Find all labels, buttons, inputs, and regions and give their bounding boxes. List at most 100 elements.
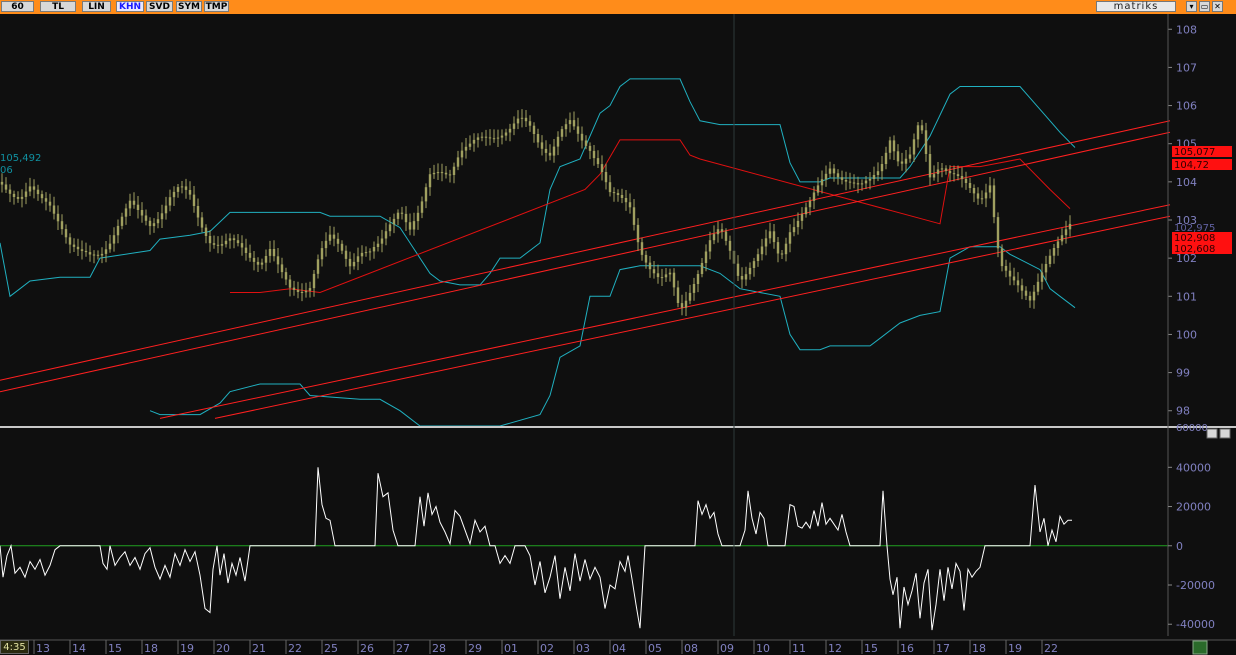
candle-body xyxy=(592,150,596,159)
oscillator-panel xyxy=(0,467,1168,631)
osc-tick-label: 20000 xyxy=(1176,501,1211,514)
lin-button[interactable]: LIN xyxy=(82,1,111,12)
candle-body xyxy=(204,227,208,236)
candle-body xyxy=(540,142,544,149)
candle-body xyxy=(288,279,292,288)
candle-body xyxy=(200,217,204,228)
date-tick-label: 18 xyxy=(972,642,986,655)
date-tick-label: 16 xyxy=(900,642,914,655)
date-tick-label: 11 xyxy=(792,642,806,655)
candle-body xyxy=(64,229,68,238)
candle-body xyxy=(1060,235,1064,242)
left-value-label: 105,492 xyxy=(0,153,41,164)
svd-button[interactable]: SVD xyxy=(146,1,173,12)
date-tick-label: 04 xyxy=(612,642,626,655)
candle-body xyxy=(100,253,104,256)
sym-button[interactable]: SYM xyxy=(176,1,202,12)
close-icon[interactable]: ✕ xyxy=(1212,1,1223,12)
candle-body xyxy=(980,198,984,200)
candle-body xyxy=(616,193,620,195)
date-tick-label: 15 xyxy=(864,642,878,655)
candle-body xyxy=(472,139,476,144)
candle-body xyxy=(1064,229,1068,236)
candle-body xyxy=(212,243,216,245)
period-60-button[interactable]: 60 xyxy=(1,1,34,12)
candle-body xyxy=(380,238,384,244)
candle-body xyxy=(292,287,296,290)
candle-body xyxy=(796,220,800,228)
candle-body xyxy=(904,158,908,164)
date-tick-label: 29 xyxy=(468,642,482,655)
candle-body xyxy=(164,205,168,214)
candle-body xyxy=(660,277,664,279)
candle-body xyxy=(704,251,708,263)
candle-body xyxy=(668,272,672,275)
channel-line-4 xyxy=(214,215,1171,419)
candle-body xyxy=(128,200,132,209)
candle-body xyxy=(384,231,388,239)
candle-body xyxy=(1020,285,1024,291)
price-tick-label: 107 xyxy=(1176,61,1197,74)
candle-body xyxy=(744,274,748,280)
dropdown-icon[interactable]: ▾ xyxy=(1186,1,1197,12)
candle-body xyxy=(544,148,548,153)
candle-body xyxy=(376,243,380,247)
candle-body xyxy=(280,264,284,273)
candle-body xyxy=(876,171,880,175)
candle-body xyxy=(112,235,116,244)
candle-body xyxy=(808,200,812,208)
tl-button[interactable]: TL xyxy=(40,1,76,12)
candle-body xyxy=(1068,223,1072,230)
candle-body xyxy=(352,261,356,267)
osc-restore-icon xyxy=(1206,428,1218,439)
candle-body xyxy=(804,207,808,215)
candle-body xyxy=(248,252,252,258)
candle-body xyxy=(856,183,860,185)
candle-body xyxy=(508,128,512,133)
price-tag-label: 102,608 xyxy=(1174,244,1215,255)
candle-body xyxy=(900,161,904,164)
candle-body xyxy=(120,216,124,226)
candle-body xyxy=(440,172,444,174)
khn-button[interactable]: KHN xyxy=(116,1,144,12)
candle-body xyxy=(188,190,192,195)
candle-body xyxy=(552,146,556,156)
date-tick-label: 27 xyxy=(396,642,410,655)
candle-body xyxy=(1048,255,1052,264)
candle-body xyxy=(832,168,836,174)
tmp-button[interactable]: TMP xyxy=(204,1,229,12)
candle-body xyxy=(956,174,960,176)
date-tick-label: 18 xyxy=(144,642,158,655)
candle-body xyxy=(156,219,160,224)
candle-body xyxy=(984,192,988,199)
candle-body xyxy=(320,248,324,260)
candle-body xyxy=(356,256,360,262)
candle-body xyxy=(712,234,716,241)
candle-body xyxy=(124,208,128,217)
candle-body xyxy=(160,213,164,220)
candle-body xyxy=(628,202,632,208)
candle-body xyxy=(340,243,344,251)
candle-body xyxy=(76,246,80,250)
candle-body xyxy=(488,137,492,139)
candle-body xyxy=(484,136,488,138)
candle-body xyxy=(576,126,580,134)
candle-body xyxy=(680,303,684,308)
restore-icon[interactable]: ▭ xyxy=(1199,1,1210,12)
candle-body xyxy=(940,168,944,170)
axes: 9899100101102103104105106107108105,07710… xyxy=(0,14,1236,655)
candle-body xyxy=(336,238,340,244)
osc-close-icon xyxy=(1219,428,1231,439)
candle-body xyxy=(136,204,140,210)
channel-line-1 xyxy=(0,120,1171,381)
candle-body xyxy=(412,221,416,230)
candle-body xyxy=(928,154,932,178)
price-tick-label: 101 xyxy=(1176,290,1197,303)
candle-body xyxy=(264,256,268,263)
candle-body xyxy=(416,212,420,222)
candle-body xyxy=(364,252,368,254)
candle-body xyxy=(720,229,724,232)
candle-body xyxy=(444,172,448,175)
candle-body xyxy=(12,193,16,197)
refresh-icon xyxy=(1192,640,1208,655)
